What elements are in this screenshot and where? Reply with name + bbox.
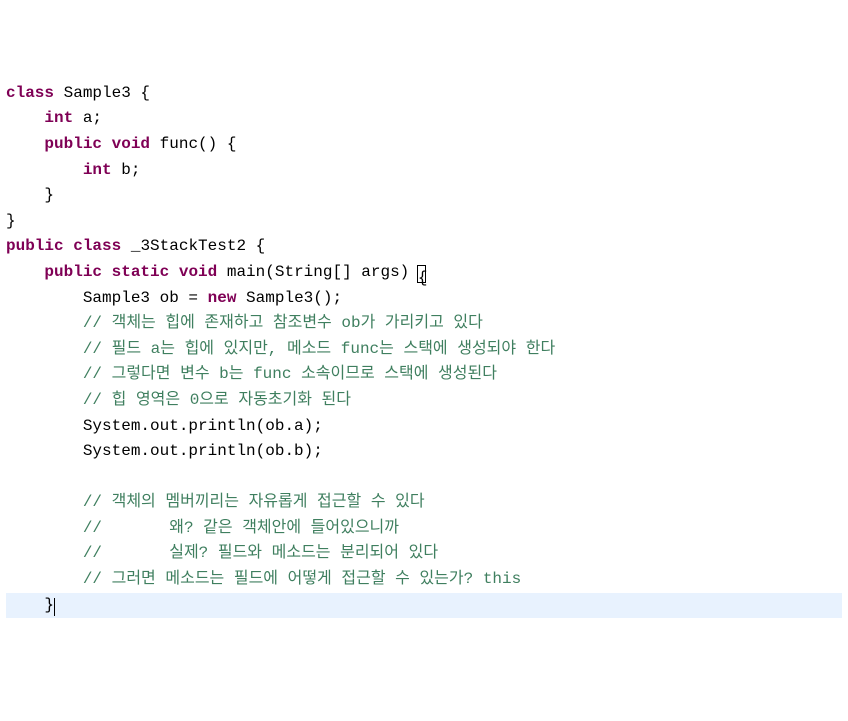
code-text: Sample3 ob = <box>83 289 208 307</box>
indent <box>6 314 83 332</box>
indent <box>6 391 83 409</box>
code-line: Sample3 ob = new Sample3(); <box>6 289 342 307</box>
code-line: int b; <box>6 161 140 179</box>
code-line: } <box>6 186 54 204</box>
code-line: System.out.println(ob.a); <box>6 417 323 435</box>
space <box>102 135 112 153</box>
code-text: Sample3(); <box>236 289 342 307</box>
comment: // 객체는 힙에 존재하고 참조변수 ob가 가리키고 있다 <box>83 314 483 332</box>
indent <box>6 544 83 562</box>
code-text: main(String[] args) <box>217 263 419 281</box>
comment: // 그러면 메소드는 필드에 어떻게 접근할 수 있는가? this <box>83 570 521 588</box>
indent <box>6 417 83 435</box>
bracket-highlight: { <box>417 265 426 283</box>
keyword: public <box>6 237 64 255</box>
indent <box>6 109 44 127</box>
code-text: } <box>6 212 16 230</box>
comment: // 힙 영역은 0으로 자동초기화 된다 <box>83 391 351 409</box>
code-editor[interactable]: class Sample3 { int a; public void func(… <box>6 81 842 618</box>
indent <box>6 442 83 460</box>
code-line: // 객체는 힙에 존재하고 참조변수 ob가 가리키고 있다 <box>6 314 483 332</box>
code-line: // 실제? 필드와 메소드는 분리되어 있다 <box>6 544 438 562</box>
code-line: } <box>6 212 16 230</box>
indent <box>6 186 44 204</box>
indent <box>6 570 83 588</box>
keyword: class <box>6 84 54 102</box>
comment: // 왜? 같은 객체안에 들어있으니까 <box>83 519 399 537</box>
indent <box>6 161 83 179</box>
indent <box>6 340 83 358</box>
code-line: // 왜? 같은 객체안에 들어있으니까 <box>6 519 399 537</box>
code-text: } <box>44 596 54 614</box>
indent <box>6 519 83 537</box>
code-line: public class _3StackTest2 { <box>6 237 265 255</box>
keyword: void <box>179 263 217 281</box>
code-line: // 필드 a는 힙에 있지만, 메소드 func는 스택에 생성되야 한다 <box>6 340 555 358</box>
keyword: public <box>44 263 102 281</box>
code-line: public static void main(String[] args) { <box>6 263 426 281</box>
text-cursor <box>54 598 55 616</box>
code-text: System.out.println(ob.b); <box>83 442 323 460</box>
code-line: // 객체의 멤버끼리는 자유롭게 접근할 수 있다 <box>6 493 425 511</box>
keyword: class <box>73 237 121 255</box>
comment: // 필드 a는 힙에 있지만, 메소드 func는 스택에 생성되야 한다 <box>83 340 555 358</box>
code-text: b; <box>112 161 141 179</box>
code-text: a; <box>73 109 102 127</box>
indent <box>6 493 83 511</box>
indent <box>6 596 44 614</box>
keyword: int <box>83 161 112 179</box>
keyword: new <box>208 289 237 307</box>
keyword: public <box>44 135 102 153</box>
indent <box>6 365 83 383</box>
space <box>64 237 74 255</box>
code-line: // 그러면 메소드는 필드에 어떻게 접근할 수 있는가? this <box>6 570 521 588</box>
comment: // 객체의 멤버끼리는 자유롭게 접근할 수 있다 <box>83 493 425 511</box>
code-text: func() { <box>150 135 236 153</box>
space <box>169 263 179 281</box>
indent <box>6 263 44 281</box>
code-text: } <box>44 186 54 204</box>
code-line: int a; <box>6 109 102 127</box>
keyword: void <box>112 135 150 153</box>
code-line: // 그렇다면 변수 b는 func 소속이므로 스택에 생성된다 <box>6 365 497 383</box>
current-line-highlight: } <box>6 593 842 619</box>
space <box>102 263 112 281</box>
code-line: public void func() { <box>6 135 236 153</box>
code-text: System.out.println(ob.a); <box>83 417 323 435</box>
indent <box>6 289 83 307</box>
code-text: Sample3 { <box>54 84 150 102</box>
keyword: int <box>44 109 73 127</box>
indent <box>6 135 44 153</box>
comment: // 실제? 필드와 메소드는 분리되어 있다 <box>83 544 438 562</box>
code-text: _3StackTest2 { <box>121 237 265 255</box>
comment: // 그렇다면 변수 b는 func 소속이므로 스택에 생성된다 <box>83 365 497 383</box>
code-line: class Sample3 { <box>6 84 150 102</box>
keyword: static <box>112 263 170 281</box>
code-line: // 힙 영역은 0으로 자동초기화 된다 <box>6 391 351 409</box>
code-line: System.out.println(ob.b); <box>6 442 323 460</box>
